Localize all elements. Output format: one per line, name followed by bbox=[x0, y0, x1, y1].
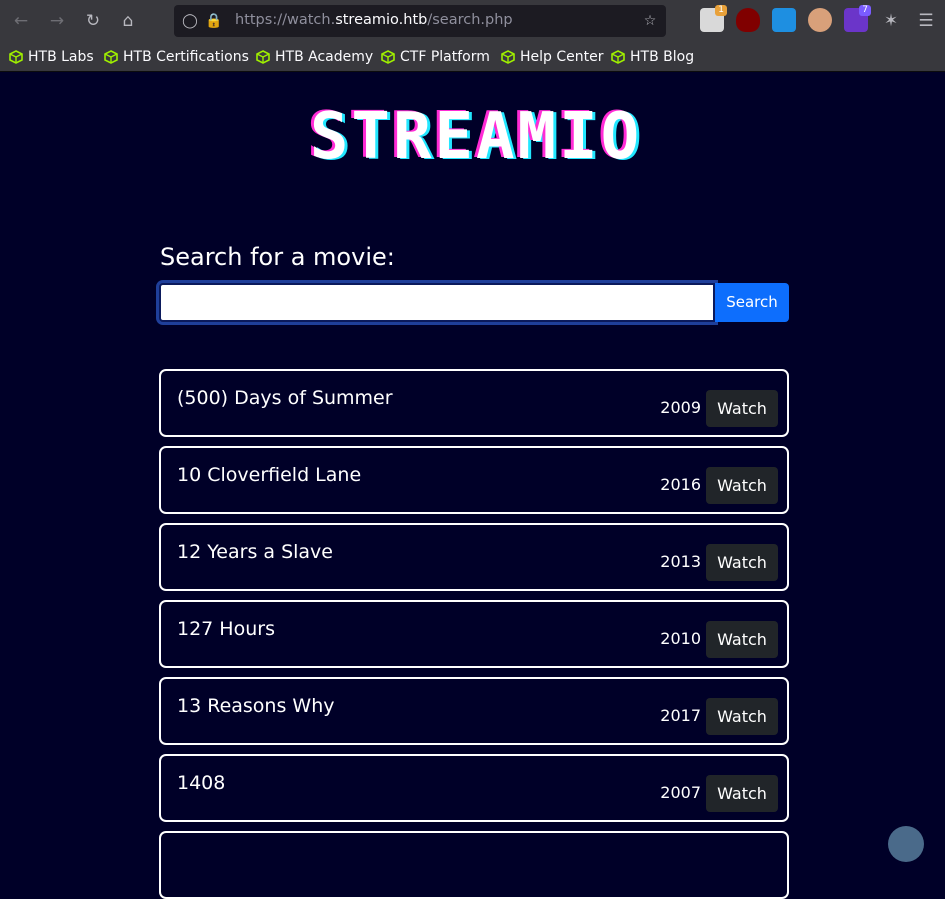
back-icon[interactable]: ← bbox=[8, 8, 34, 34]
shield-icon[interactable]: ◯ bbox=[180, 11, 200, 31]
clipboard-fab-icon[interactable] bbox=[888, 826, 924, 862]
browser-toolbar: ← → ↻ ⌂ ◯ 🔒 https://watch.streamio.htb/s… bbox=[0, 0, 945, 42]
bookmark-htb-academy[interactable]: HTB Academy bbox=[256, 47, 373, 67]
htb-cube-icon bbox=[104, 50, 118, 64]
movie-year: 2007 bbox=[660, 783, 701, 802]
reload-icon[interactable]: ↻ bbox=[80, 8, 106, 34]
movie-card: 127 Hours 2010 Watch bbox=[159, 600, 789, 668]
watch-button[interactable]: Watch bbox=[706, 621, 778, 658]
search-input[interactable] bbox=[159, 283, 715, 322]
url-text[interactable]: https://watch.streamio.htb/search.php bbox=[235, 12, 513, 28]
forward-icon[interactable]: → bbox=[44, 8, 70, 34]
bookmarks-bar: HTB Labs HTB Certifications HTB Academy … bbox=[0, 42, 945, 72]
movie-title: 127 Hours bbox=[177, 618, 275, 640]
movie-card: 1408 2007 Watch bbox=[159, 754, 789, 822]
movie-title: (500) Days of Summer bbox=[177, 387, 393, 409]
extension-cookie-icon[interactable] bbox=[808, 8, 832, 32]
bookmark-htb-blog[interactable]: HTB Blog bbox=[611, 47, 694, 67]
svg-text:STREAMIO: STREAMIO bbox=[310, 103, 642, 163]
watch-button[interactable]: Watch bbox=[706, 390, 778, 427]
lock-icon[interactable]: 🔒 bbox=[204, 11, 224, 31]
htb-cube-icon bbox=[611, 50, 625, 64]
movie-title: 12 Years a Slave bbox=[177, 541, 333, 563]
movie-title: 13 Reasons Why bbox=[177, 695, 335, 717]
streamio-logo: STREAMIO STREAMIO STREAMIO bbox=[307, 103, 642, 163]
ublock-icon[interactable] bbox=[736, 8, 760, 32]
search-heading: Search for a movie: bbox=[160, 243, 395, 271]
movie-year: 2010 bbox=[660, 629, 701, 648]
page-content: STREAMIO STREAMIO STREAMIO Search for a … bbox=[0, 73, 945, 899]
movie-card: (500) Days of Summer 2009 Watch bbox=[159, 369, 789, 437]
movie-card-partial bbox=[159, 831, 789, 899]
home-icon[interactable]: ⌂ bbox=[115, 8, 141, 34]
watch-button[interactable]: Watch bbox=[706, 467, 778, 504]
extension-1-icon[interactable]: 1 bbox=[700, 5, 727, 32]
cookie-icon[interactable]: ✶ bbox=[878, 8, 904, 34]
movie-year: 2016 bbox=[660, 475, 701, 494]
extension-s-icon[interactable] bbox=[772, 8, 796, 32]
bookmark-help-center[interactable]: Help Center bbox=[501, 47, 604, 67]
extension-7-icon[interactable]: 7 bbox=[844, 5, 871, 32]
watch-button[interactable]: Watch bbox=[706, 698, 778, 735]
menu-icon[interactable]: ☰ bbox=[913, 8, 939, 34]
movie-year: 2017 bbox=[660, 706, 701, 725]
watch-button[interactable]: Watch bbox=[706, 775, 778, 812]
htb-cube-icon bbox=[501, 50, 515, 64]
address-bar[interactable]: ◯ 🔒 https://watch.streamio.htb/search.ph… bbox=[174, 5, 666, 37]
movie-card: 13 Reasons Why 2017 Watch bbox=[159, 677, 789, 745]
search-button[interactable]: Search bbox=[715, 283, 789, 322]
movie-title: 1408 bbox=[177, 772, 226, 794]
htb-cube-icon bbox=[381, 50, 395, 64]
htb-cube-icon bbox=[9, 50, 23, 64]
bookmark-ctf-platform[interactable]: CTF Platform bbox=[381, 47, 490, 67]
bookmark-star-icon[interactable]: ☆ bbox=[640, 11, 660, 31]
movie-card: 12 Years a Slave 2013 Watch bbox=[159, 523, 789, 591]
watch-button[interactable]: Watch bbox=[706, 544, 778, 581]
movie-year: 2013 bbox=[660, 552, 701, 571]
htb-cube-icon bbox=[256, 50, 270, 64]
movie-title: 10 Cloverfield Lane bbox=[177, 464, 362, 486]
movie-card: 10 Cloverfield Lane 2016 Watch bbox=[159, 446, 789, 514]
bookmark-htb-labs[interactable]: HTB Labs bbox=[9, 47, 94, 67]
bookmark-htb-certifications[interactable]: HTB Certifications bbox=[104, 47, 249, 67]
movie-year: 2009 bbox=[660, 398, 701, 417]
